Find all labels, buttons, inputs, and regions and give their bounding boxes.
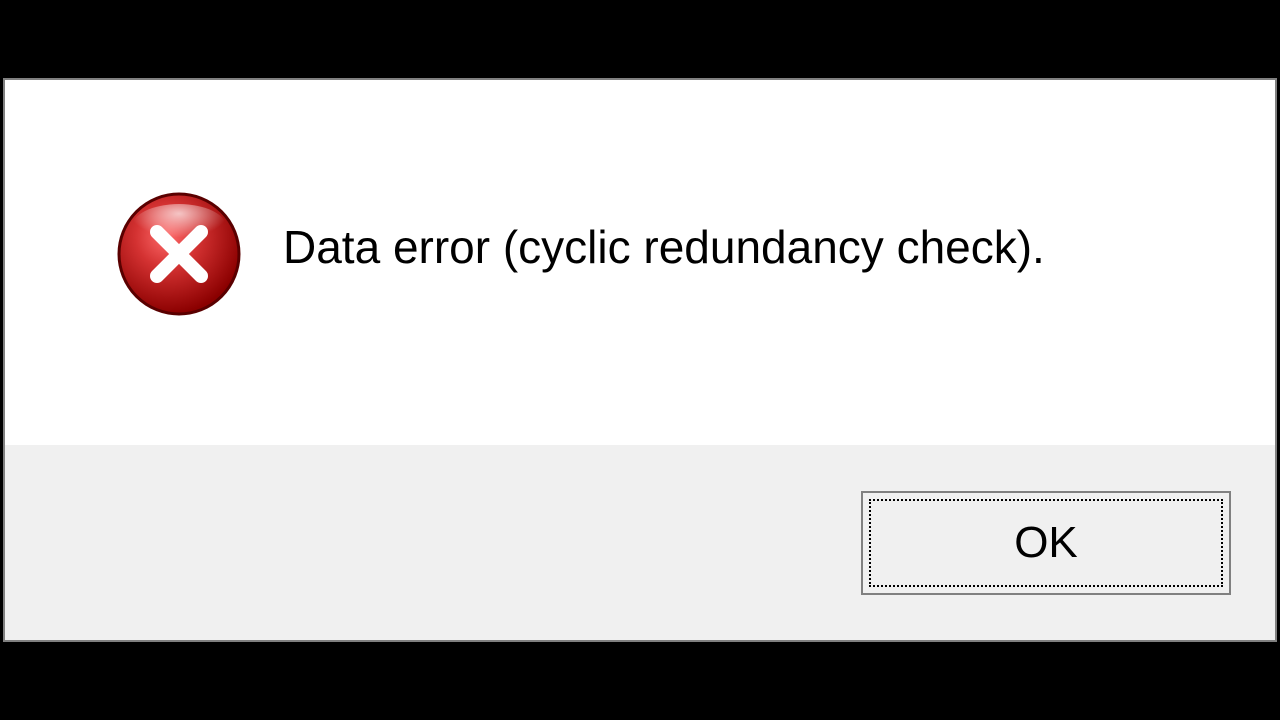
ok-button-label: OK [1014,518,1078,568]
error-message: Data error (cyclic redundancy check). [283,190,1045,274]
dialog-footer: OK [5,445,1275,640]
error-dialog: Data error (cyclic redundancy check). OK [3,78,1277,642]
dialog-body: Data error (cyclic redundancy check). [5,80,1275,445]
error-icon [115,190,243,318]
ok-button[interactable]: OK [861,491,1231,595]
